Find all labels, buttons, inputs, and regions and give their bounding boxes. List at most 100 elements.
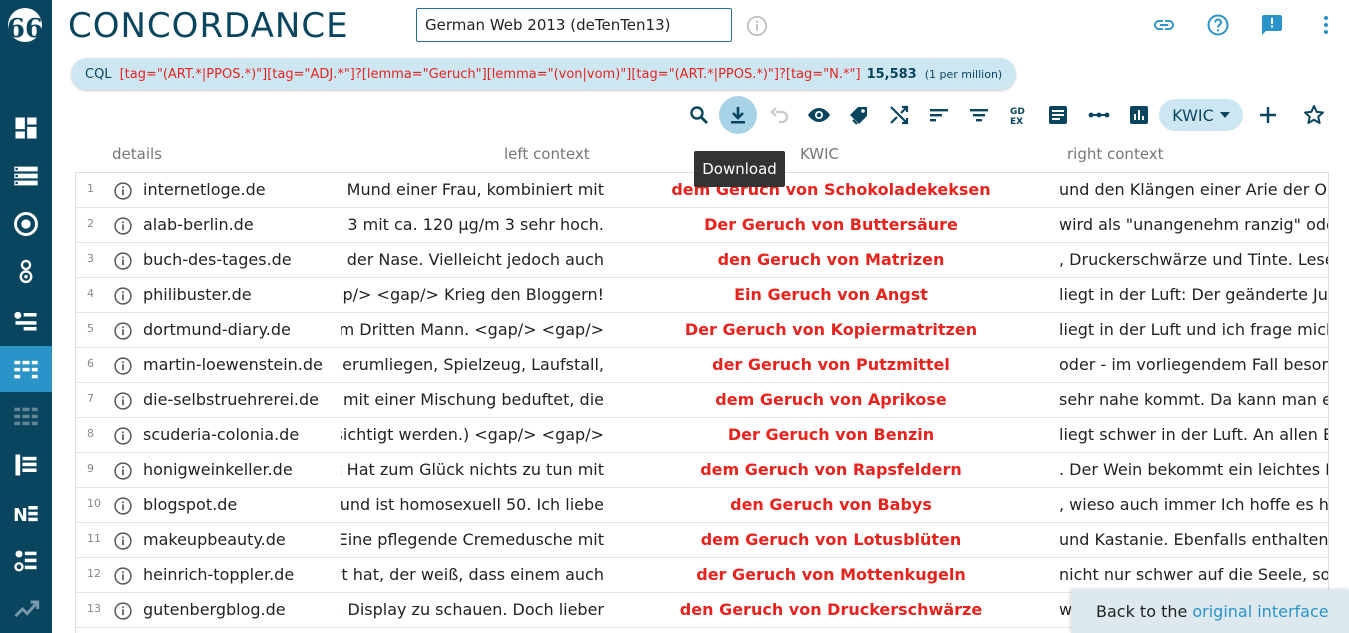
parallel-concordance-icon[interactable] [0, 394, 52, 440]
per-million: (1 per million) [924, 67, 1003, 81]
info-icon[interactable] [113, 426, 133, 446]
source-site[interactable]: martin-loewenstein.de [143, 355, 323, 374]
cql-query: [tag="(ART.*|PPOS.*)"][tag="ADJ.*"]?[lem… [119, 66, 861, 82]
right-context: nicht nur schwer auf die Seele, son [1059, 565, 1328, 584]
right-context: liegt schwer in der Luft. An allen Ec [1059, 425, 1328, 444]
row-number: 12 [87, 567, 101, 580]
left-context: gt hat, der weiß, dass einem auch [341, 565, 604, 584]
add-icon[interactable] [1249, 96, 1287, 134]
row-number: 7 [87, 392, 94, 405]
info-icon[interactable] [113, 461, 133, 481]
kwic-match[interactable]: dem Geruch von Aprikose [606, 390, 1056, 409]
text-types-icon[interactable] [1039, 96, 1077, 134]
search-icon[interactable] [680, 96, 718, 134]
info-icon[interactable] [113, 356, 133, 376]
row-number: 8 [87, 427, 94, 440]
source-site[interactable]: buch-des-tages.de [143, 250, 292, 269]
info-icon[interactable] [113, 286, 133, 306]
info-icon[interactable] [113, 566, 133, 586]
view-mode-value: KWIC [1172, 105, 1214, 125]
source-site[interactable]: makeupbeauty.de [143, 530, 286, 549]
info-icon[interactable] [113, 391, 133, 411]
filter-icon[interactable] [960, 96, 998, 134]
table-row: 9 honigweinkeller.de et Hat zum Glück ni… [76, 453, 1328, 488]
frequency-chart-icon[interactable] [1120, 96, 1158, 134]
left-context: n 3 mit ca. 120 µg/m 3 sehr hoch. [341, 215, 604, 234]
source-site[interactable]: scuderia-colonia.de [143, 425, 299, 444]
list-icon[interactable] [0, 153, 52, 199]
svg-text:GD: GD [1010, 107, 1025, 117]
more-vert-icon[interactable] [1313, 12, 1339, 38]
source-site[interactable]: heinrich-toppler.de [143, 565, 294, 584]
kwic-match[interactable]: der Geruch von Putzmittel [606, 355, 1056, 374]
info-icon[interactable] [113, 531, 133, 551]
page-title: CONCORDANCE [68, 6, 349, 46]
kwic-match[interactable]: Der Geruch von Buttersäure [606, 215, 1056, 234]
info-icon[interactable] [113, 251, 133, 271]
kwic-match[interactable]: dem Geruch von Lotusblüten [606, 530, 1056, 549]
source-site[interactable]: internetloge.de [143, 180, 266, 199]
shuffle-icon[interactable] [880, 96, 918, 134]
kwic-match[interactable]: Der Geruch von Benzin [606, 425, 1056, 444]
help-icon[interactable] [1205, 12, 1231, 38]
concordance-icon[interactable] [0, 346, 52, 392]
download-tooltip: Download [694, 151, 785, 187]
source-site[interactable]: philibuster.de [143, 285, 252, 304]
left-context: herumliegen, Spielzeug, Laufstall, [341, 355, 604, 374]
dashboard-icon[interactable] [0, 105, 52, 151]
keywords-icon[interactable] [0, 538, 52, 584]
kwic-match[interactable]: den Geruch von Matrizen [606, 250, 1056, 269]
word-sketch-icon[interactable] [0, 249, 52, 295]
source-site[interactable]: die-selbstruehrerei.de [143, 390, 319, 409]
row-number: 4 [87, 287, 94, 300]
target-icon[interactable] [0, 201, 52, 247]
kwic-match[interactable]: den Geruch von Druckerschwärze [606, 600, 1056, 619]
app-logo-icon[interactable]: 66 [7, 8, 43, 42]
more-horiz-icon[interactable] [1080, 96, 1118, 134]
star-icon[interactable] [1295, 96, 1333, 134]
kwic-match[interactable]: dem Geruch von Rapsfeldern [606, 460, 1056, 479]
feedback-icon[interactable] [1259, 12, 1285, 38]
cql-query-bar[interactable]: CQL [tag="(ART.*|PPOS.*)"][tag="ADJ.*"]?… [71, 58, 1017, 90]
kwic-match[interactable]: den Geruch von Babys [606, 495, 1056, 514]
corpus-selector[interactable]: German Web 2013 (deTenTen13) [416, 8, 732, 42]
concordance-table: 1 internetloge.de n Mund einer Frau, kom… [75, 172, 1329, 633]
table-row: 8 scuderia-colonia.de sichtigt werden.) … [76, 418, 1328, 453]
table-row: 7 die-selbstruehrerei.de s mit einer Mis… [76, 383, 1328, 418]
corpus-info-icon[interactable] [746, 15, 768, 37]
right-context: wird als "unangenehm ranzig" ode [1059, 215, 1328, 234]
source-site[interactable]: honigweinkeller.de [143, 460, 293, 479]
gdex-sort-icon[interactable] [840, 96, 878, 134]
info-icon[interactable] [113, 216, 133, 236]
info-icon[interactable] [113, 321, 133, 341]
row-number: 5 [87, 322, 94, 335]
view-options-icon[interactable] [800, 96, 838, 134]
gdex-icon[interactable]: GD EX [1000, 96, 1038, 134]
right-context: sehr nahe kommt. Da kann man ei [1059, 390, 1328, 409]
kwic-match[interactable]: der Geruch von Mottenkugeln [606, 565, 1056, 584]
view-mode-select[interactable]: KWIC [1159, 99, 1243, 131]
kwic-match[interactable]: Ein Geruch von Angst [606, 285, 1056, 304]
info-icon[interactable] [113, 181, 133, 201]
source-site[interactable]: gutenbergblog.de [143, 600, 286, 619]
ngrams-icon[interactable]: N [0, 490, 52, 536]
trends-icon[interactable] [0, 586, 52, 632]
sort-icon[interactable] [920, 96, 958, 134]
info-icon[interactable] [113, 601, 133, 621]
table-row: 6 martin-loewenstein.de herumliegen, Spi… [76, 348, 1328, 383]
right-context: liegt in der Luft und ich frage mich [1059, 320, 1328, 339]
original-interface-link[interactable]: original interface [1192, 602, 1328, 621]
link-icon[interactable] [1151, 12, 1177, 38]
wordlist-icon[interactable] [0, 442, 52, 488]
info-icon[interactable] [113, 496, 133, 516]
source-site[interactable]: alab-berlin.de [143, 215, 254, 234]
kwic-match[interactable]: Der Geruch von Kopiermatritzen [606, 320, 1056, 339]
thesaurus-icon[interactable] [0, 297, 52, 343]
source-site[interactable]: dortmund-diary.de [143, 320, 291, 339]
source-site[interactable]: blogspot.de [143, 495, 237, 514]
left-context: n Mund einer Frau, kombiniert mit [341, 180, 604, 199]
kwic-match[interactable]: dem Geruch von Schokoladekeksen [606, 180, 1056, 199]
download-icon[interactable] [719, 96, 757, 134]
undo-icon[interactable] [760, 96, 798, 134]
column-header-kwic: KWIC [800, 145, 840, 163]
